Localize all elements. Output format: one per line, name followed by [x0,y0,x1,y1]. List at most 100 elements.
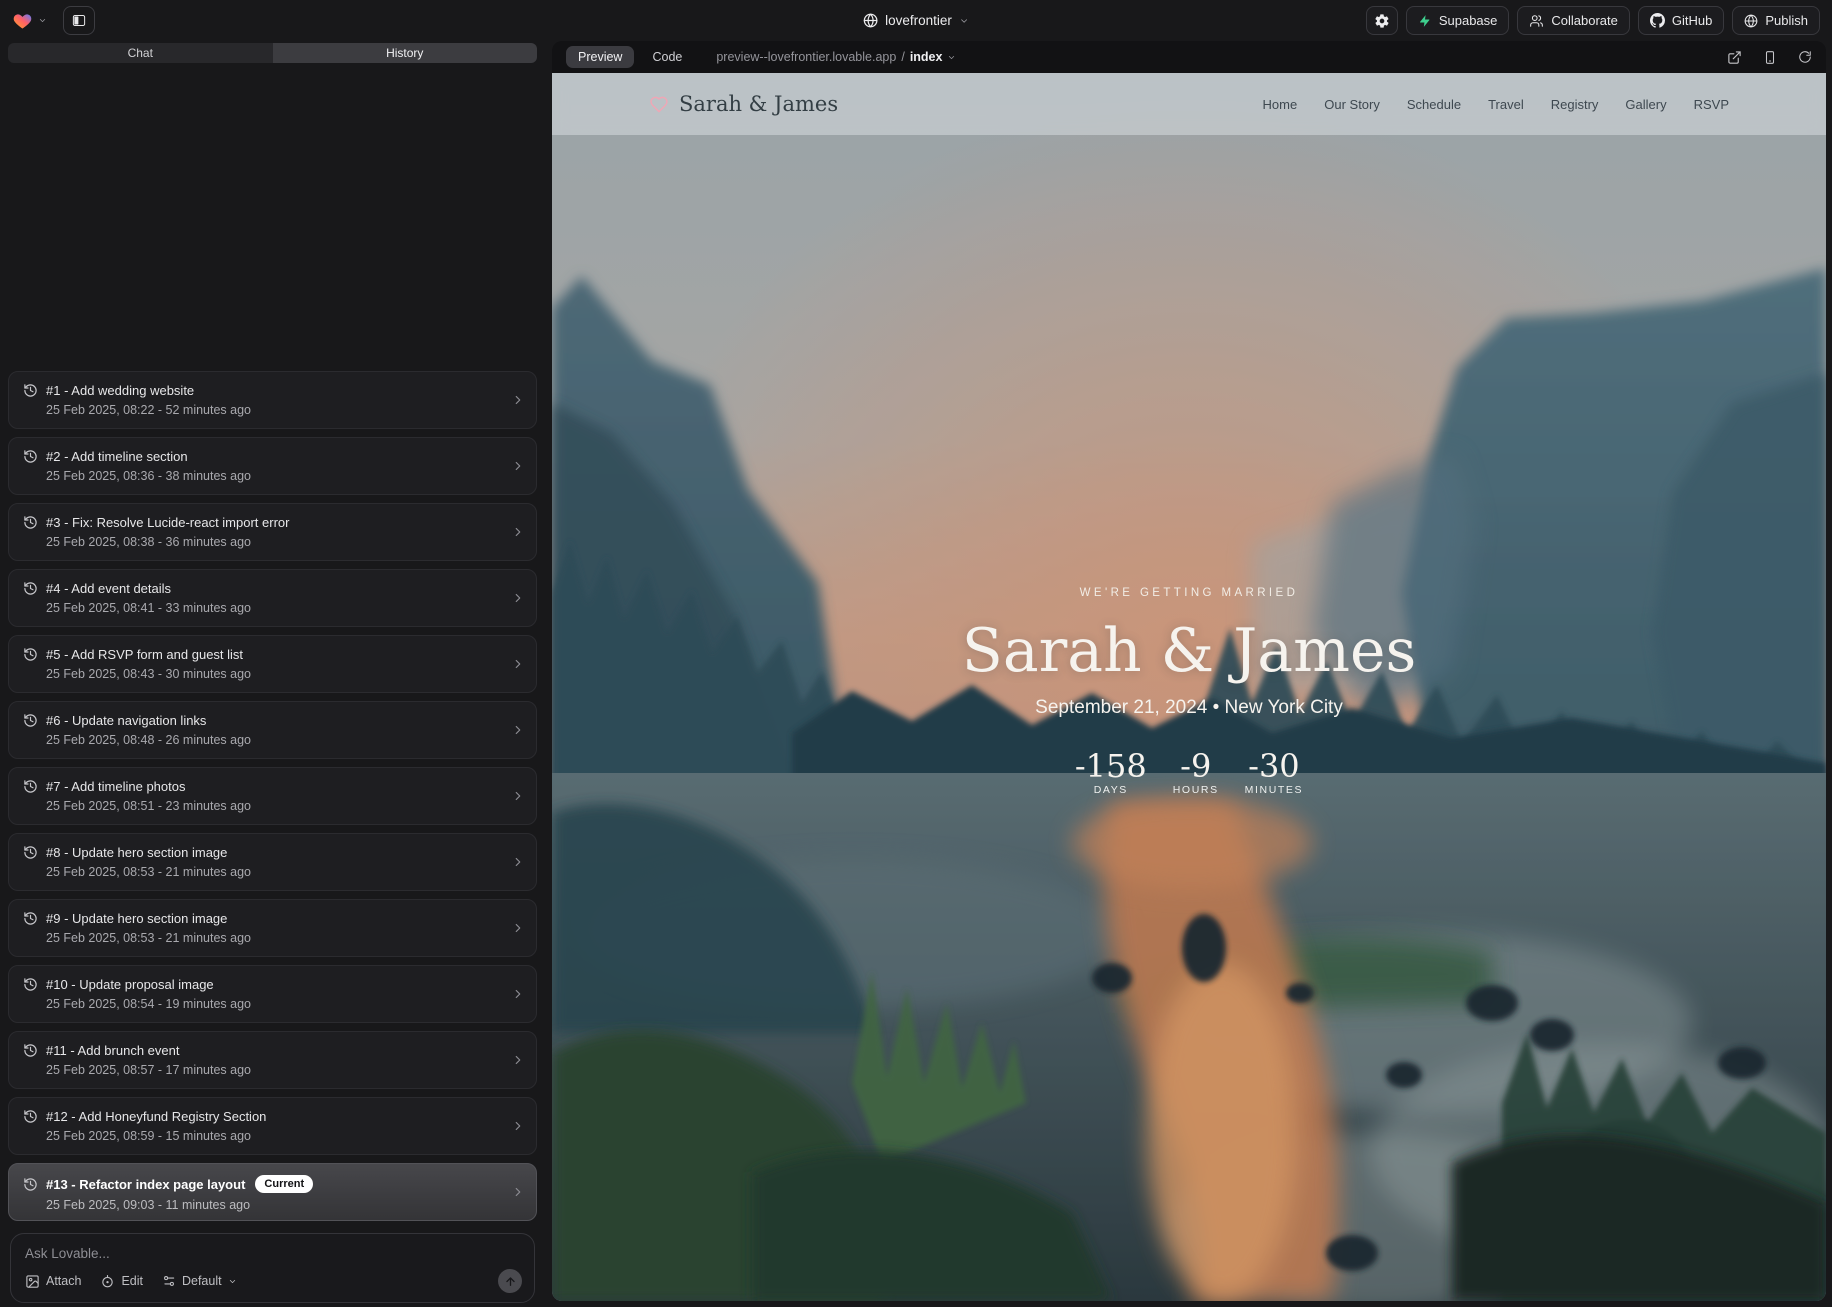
history-icon [23,1043,38,1058]
history-item-meta: 25 Feb 2025, 08:53 - 21 minutes ago [46,931,502,945]
site-nav-link[interactable]: Schedule [1407,97,1461,112]
history-item-title: #10 - Update proposal image [46,977,214,992]
chevron-right-icon [511,789,525,803]
project-switcher[interactable]: lovefrontier [863,0,969,41]
history-item-meta: 25 Feb 2025, 08:54 - 19 minutes ago [46,997,502,1011]
history-item-meta: 25 Feb 2025, 08:36 - 38 minutes ago [46,469,502,483]
edit-label: Edit [121,1274,143,1288]
countdown-label: DAYS [1075,783,1147,797]
supabase-button[interactable]: Supabase [1406,6,1510,35]
history-icon [23,1109,38,1124]
history-icon [23,977,38,992]
open-external-button[interactable] [1727,50,1742,65]
history-icon [23,383,38,398]
history-item-meta: 25 Feb 2025, 08:53 - 21 minutes ago [46,865,502,879]
history-item[interactable]: #9 - Update hero section image 25 Feb 20… [8,899,537,957]
current-badge: Current [255,1175,313,1193]
history-item-title: #2 - Add timeline section [46,449,188,464]
mobile-view-button[interactable] [1763,50,1777,65]
countdown-value: -9 [1173,747,1219,785]
panel-tab[interactable]: Chat [8,43,273,63]
wedding-site-header: Sarah & James Home Our Story Schedule Trave… [552,73,1826,135]
arrow-up-icon [504,1275,517,1288]
publish-button[interactable]: Publish [1732,6,1820,35]
countdown-unit: -158 DAYS [1075,747,1147,797]
supabase-label: Supabase [1439,13,1498,28]
site-nav-link[interactable]: Registry [1551,97,1599,112]
countdown-value: -30 [1245,747,1303,785]
attach-button[interactable]: Attach [25,1274,81,1289]
settings-button[interactable] [1366,6,1398,35]
preview-toolbar: Preview Code preview--lovefrontier.lovabl… [552,41,1826,73]
history-item[interactable]: #2 - Add timeline section 25 Feb 2025, 0… [8,437,537,495]
chevron-right-icon [511,855,525,869]
refresh-button[interactable] [1798,50,1812,64]
panel-tab[interactable]: History [273,43,538,63]
mode-select[interactable]: Default [162,1274,237,1288]
history-icon [23,911,38,926]
history-item-title: #4 - Add event details [46,581,171,596]
history-item[interactable]: #1 - Add wedding website 25 Feb 2025, 08… [8,371,537,429]
preview-code-tabs: Preview Code [566,46,694,68]
preview-tab[interactable]: Preview [566,46,634,68]
history-item[interactable]: #6 - Update navigation links 25 Feb 2025… [8,701,537,759]
prompt-input[interactable]: Ask Lovable... [25,1246,520,1261]
history-item[interactable]: #3 - Fix: Resolve Lucide-react import er… [8,503,537,561]
preview-tab[interactable]: Code [640,46,694,68]
publish-label: Publish [1765,13,1808,28]
lovable-logo-menu[interactable] [12,11,47,31]
site-nav-link[interactable]: Our Story [1324,97,1380,112]
history-icon [23,449,38,464]
history-icon [23,845,38,860]
countdown-value: -158 [1075,747,1147,785]
chevron-down-icon [947,53,956,62]
history-item-meta: 25 Feb 2025, 08:48 - 26 minutes ago [46,733,502,747]
history-item-title: #1 - Add wedding website [46,383,194,398]
history-item[interactable]: #4 - Add event details 25 Feb 2025, 08:4… [8,569,537,627]
history-item[interactable]: #7 - Add timeline photos 25 Feb 2025, 08… [8,767,537,825]
hero-content: WE'RE GETTING MARRIED Sarah & James Sept… [552,585,1826,797]
countdown-label: MINUTES [1245,783,1303,797]
history-item-title: #5 - Add RSVP form and guest list [46,647,243,662]
chat-history-tabs: ChatHistory [8,43,537,63]
history-item[interactable]: #10 - Update proposal image 25 Feb 2025,… [8,965,537,1023]
history-item[interactable]: #8 - Update hero section image 25 Feb 20… [8,833,537,891]
sidebar-toggle-button[interactable] [63,6,95,35]
collaborate-button[interactable]: Collaborate [1517,6,1630,35]
chevron-right-icon [511,1053,525,1067]
site-nav-link[interactable]: Home [1263,97,1298,112]
history-item-meta: 25 Feb 2025, 09:03 - 11 minutes ago [46,1198,502,1212]
history-item-title: #12 - Add Honeyfund Registry Section [46,1109,266,1124]
countdown-unit: -30 MINUTES [1245,747,1303,797]
countdown-unit: -9 HOURS [1173,747,1219,797]
history-item-title: #7 - Add timeline photos [46,779,185,794]
site-nav-link[interactable]: Travel [1488,97,1524,112]
history-item-meta: 25 Feb 2025, 08:22 - 52 minutes ago [46,403,502,417]
history-item[interactable]: #13 - Refactor index page layout Current… [8,1163,537,1221]
site-brand[interactable]: Sarah & James [649,92,838,116]
github-button[interactable]: GitHub [1638,6,1724,35]
history-item-title: #8 - Update hero section image [46,845,227,860]
preview-url[interactable]: preview--lovefrontier.lovable.app / inde… [716,50,956,64]
chevron-right-icon [511,1185,525,1199]
chevron-right-icon [511,1119,525,1133]
chevron-down-icon [959,16,969,26]
site-nav-link[interactable]: RSVP [1694,97,1729,112]
preview-domain: preview--lovefrontier.lovable.app [716,50,896,64]
chevron-right-icon [511,987,525,1001]
countdown: -158 DAYS -9 HOURS -30 MINUTES [552,747,1826,797]
app-topbar: lovefrontier Supabase Collaborate GitHub [0,0,1832,41]
history-item[interactable]: #11 - Add brunch event 25 Feb 2025, 08:5… [8,1031,537,1089]
history-item-meta: 25 Feb 2025, 08:51 - 23 minutes ago [46,799,502,813]
history-item[interactable]: #12 - Add Honeyfund Registry Section 25 … [8,1097,537,1155]
hero-title: Sarah & James [552,613,1826,689]
edit-select-button[interactable]: Edit [100,1274,143,1289]
chevron-down-icon [228,1277,237,1286]
lovable-heart-icon [12,11,33,31]
send-button[interactable] [498,1269,522,1293]
users-icon [1529,14,1544,28]
site-nav-link[interactable]: Gallery [1625,97,1666,112]
history-item-title: #9 - Update hero section image [46,911,227,926]
history-item[interactable]: #5 - Add RSVP form and guest list 25 Feb… [8,635,537,693]
prompt-composer[interactable]: Ask Lovable... Attach Edit Default [10,1233,535,1303]
